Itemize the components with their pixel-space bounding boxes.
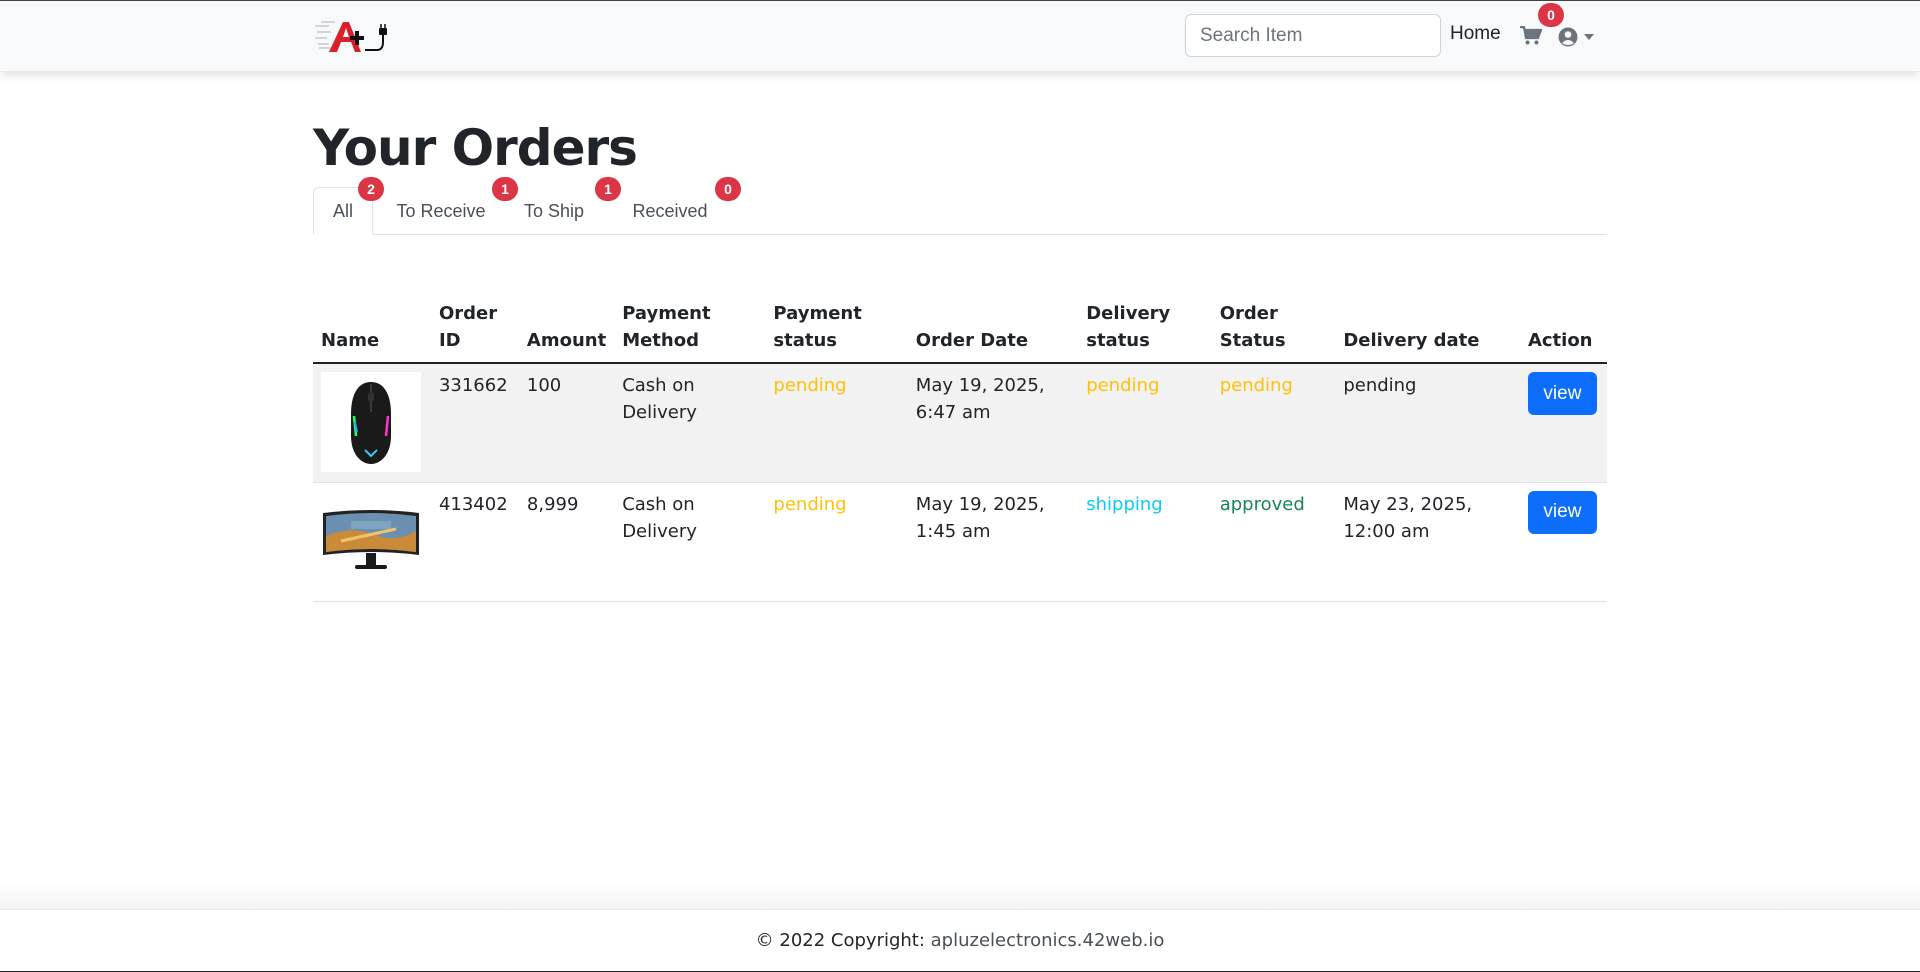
navbar: Home 0	[0, 1, 1920, 71]
col-header-action: Action	[1519, 291, 1607, 364]
cell-product-image	[313, 482, 431, 602]
tab-to-ship[interactable]: To Ship	[514, 187, 594, 235]
col-header-payment-method: Payment Method	[614, 291, 766, 364]
cell-order-id: 413402	[430, 482, 519, 602]
cell-product-image	[313, 363, 431, 483]
cell-payment-status: pending	[765, 482, 908, 602]
tab-received-count-badge: 0	[715, 177, 741, 201]
tab-to-ship-count-badge: 1	[595, 177, 621, 201]
tab-label: All	[332, 200, 353, 221]
cell-amount: 100	[518, 363, 615, 483]
col-header-amount: Amount	[518, 291, 615, 364]
cell-order-id: 331662	[430, 363, 519, 483]
cell-amount: 8,999	[518, 482, 615, 602]
cell-order-date: May 19, 2025, 1:45 am	[907, 482, 1079, 602]
tab-to-receive-count-badge: 1	[492, 177, 518, 201]
tab-to-receive[interactable]: To Receive	[385, 187, 497, 235]
cell-payment-method: Cash on Delivery	[614, 482, 766, 602]
view-order-button[interactable]: view	[1527, 490, 1597, 534]
cart-count-badge: 0	[1538, 3, 1564, 27]
col-header-order-date: Order Date	[907, 291, 1079, 364]
cell-payment-method: Cash on Delivery	[614, 363, 766, 483]
table-header-row: Name Order ID Amount Payment Method Paymen…	[313, 291, 1607, 364]
user-circle-icon	[1558, 27, 1578, 47]
col-header-name: Name	[313, 291, 431, 364]
cell-order-date: May 19, 2025, 6:47 am	[907, 363, 1079, 483]
cart-icon[interactable]	[1520, 26, 1542, 46]
cell-delivery-date: pending	[1335, 363, 1520, 483]
orders-table: Name Order ID Amount Payment Method Paymen…	[313, 291, 1607, 602]
cell-delivery-status: shipping	[1078, 482, 1212, 602]
col-header-payment-status: Payment status	[765, 291, 908, 364]
cell-order-status: approved	[1211, 482, 1336, 602]
search-input[interactable]	[1185, 14, 1441, 57]
nav-home-link[interactable]: Home	[1450, 23, 1501, 45]
table-row: 331662 100 Cash on Delivery pending May …	[313, 363, 1607, 483]
caret-down-icon	[1584, 34, 1594, 40]
page-title: Your Orders	[313, 119, 638, 177]
col-header-delivery-status: Delivery status	[1078, 291, 1212, 364]
tab-all-count-badge: 2	[358, 177, 384, 201]
cell-action: view	[1519, 482, 1607, 602]
cell-delivery-status: pending	[1078, 363, 1212, 483]
cell-delivery-date: May 23, 2025, 12:00 am	[1335, 482, 1520, 602]
footer: © 2022 Copyright: apluzelectronics.42web…	[0, 909, 1920, 972]
gaming-mouse-image[interactable]	[321, 372, 421, 472]
tab-label: To Ship	[523, 200, 585, 221]
footer-copyright: © 2022 Copyright:	[755, 930, 925, 951]
footer-site-link[interactable]: apluzelectronics.42web.io	[931, 930, 1165, 951]
footer-shadow	[0, 881, 1920, 909]
tab-label: Received	[632, 200, 708, 221]
col-header-order-status: Order Status	[1211, 291, 1336, 364]
brand-logo[interactable]	[313, 18, 389, 56]
cell-payment-status: pending	[765, 363, 908, 483]
tab-label: To Receive	[396, 200, 486, 221]
cell-order-status: pending	[1211, 363, 1336, 483]
monitor-image[interactable]	[321, 490, 421, 591]
col-header-delivery-date: Delivery date	[1335, 291, 1520, 364]
col-header-order-id: Order ID	[430, 291, 519, 364]
view-order-button[interactable]: view	[1527, 372, 1597, 415]
cell-action: view	[1519, 363, 1607, 483]
tab-received[interactable]: Received	[618, 187, 722, 235]
user-menu-toggle[interactable]	[1558, 26, 1600, 48]
table-row: 413402 8,999 Cash on Delivery pending Ma…	[313, 482, 1607, 602]
